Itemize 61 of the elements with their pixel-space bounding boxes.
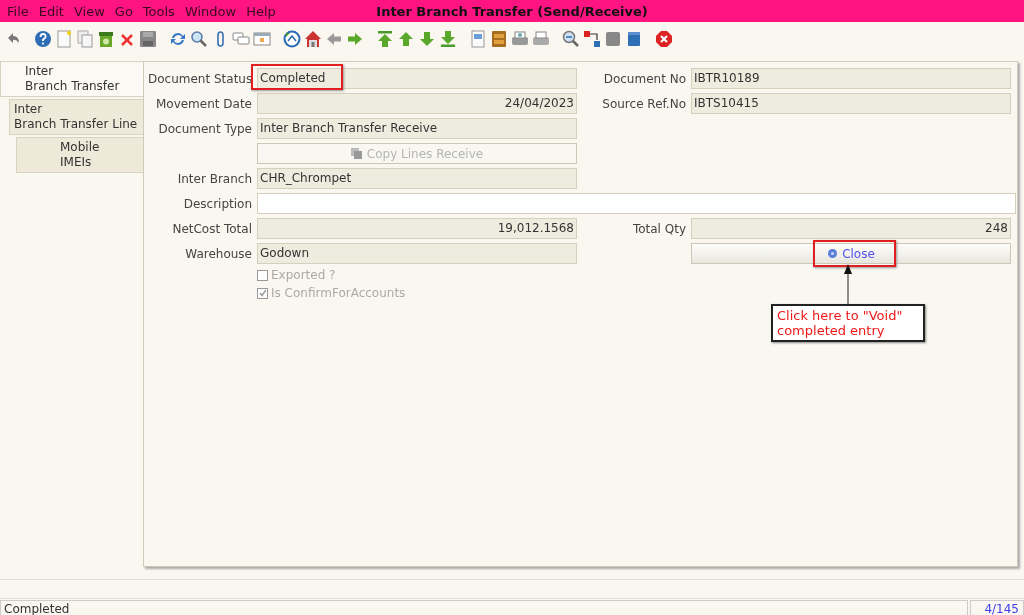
home-icon[interactable]: [304, 30, 322, 48]
report-icon[interactable]: [469, 30, 487, 48]
menu-item[interactable]: Go: [110, 3, 139, 19]
gear-icon: [827, 248, 839, 259]
field-label: Description: [183, 196, 252, 211]
input-field[interactable]: Completed: [257, 68, 577, 89]
archive-icon[interactable]: [490, 30, 508, 48]
input-field[interactable]: CHR_Chrompet: [257, 168, 577, 189]
search-icon[interactable]: [190, 30, 208, 48]
calendar-icon[interactable]: [253, 30, 271, 48]
input-field[interactable]: Inter Branch Transfer Receive: [257, 118, 577, 139]
arrow: [843, 264, 853, 304]
menu-item[interactable]: Edit: [34, 3, 70, 19]
input-field[interactable]: 19,012.1568: [257, 218, 577, 239]
forward-arrow-icon[interactable]: [346, 30, 364, 48]
field-label: Warehouse: [185, 246, 252, 261]
tab[interactable]: Mobile IMEIs: [16, 137, 143, 173]
back-arrow-icon[interactable]: [325, 30, 343, 48]
window-title: Inter Branch Transfer (Send/Receive): [376, 3, 648, 19]
callout-text: Click here to "Void" completed entry: [771, 304, 925, 342]
check-icon: [258, 289, 267, 297]
help-icon[interactable]: [34, 30, 52, 48]
record-counter: 4/145: [970, 600, 1024, 615]
menu-item[interactable]: File: [3, 3, 35, 19]
printer-icon[interactable]: [511, 30, 529, 48]
menu-item[interactable]: Help: [242, 3, 282, 19]
close-icon[interactable]: [655, 30, 673, 48]
menu-item[interactable]: View: [69, 3, 111, 19]
trash-icon[interactable]: [97, 30, 115, 48]
field-label: Document Status: [148, 71, 253, 86]
field-label: Source Ref.No: [602, 96, 686, 111]
field-label: Inter Branch: [177, 171, 252, 186]
input-field[interactable]: 248: [691, 218, 1011, 239]
refresh-icon[interactable]: [169, 30, 187, 48]
field-label: Total Qty: [632, 221, 686, 236]
workflow-icon[interactable]: [583, 30, 601, 48]
copy-icon: [350, 147, 363, 160]
zoom-icon[interactable]: [562, 30, 580, 48]
menu-item[interactable]: Window: [180, 3, 243, 19]
up-arrow-icon[interactable]: [397, 30, 415, 48]
tab[interactable]: Inter Branch Transfer Line: [9, 99, 143, 135]
input-field[interactable]: 24/04/2023: [257, 93, 577, 114]
field-label: NetCost Total: [172, 221, 252, 236]
input-field[interactable]: IBTR10189: [691, 68, 1011, 89]
input-field[interactable]: Godown: [257, 243, 577, 264]
field-label: Document No: [603, 71, 686, 86]
tab[interactable]: Inter Branch Transfer: [0, 61, 143, 97]
close-button[interactable]: Close: [691, 243, 1011, 264]
input-field[interactable]: IBTS10415: [691, 93, 1011, 114]
field-label: Movement Date: [155, 96, 252, 111]
status-message: Completed: [0, 600, 968, 615]
first-record-icon[interactable]: [376, 30, 394, 48]
field-label: Document Type: [158, 121, 252, 136]
down-arrow-icon[interactable]: [418, 30, 436, 48]
menu-item[interactable]: Tools: [138, 3, 181, 19]
last-record-icon[interactable]: [439, 30, 457, 48]
history-icon[interactable]: [283, 30, 301, 48]
printer-icon[interactable]: [532, 30, 550, 48]
save-icon[interactable]: [139, 30, 157, 48]
input-field[interactable]: [257, 193, 1016, 214]
chat-icon[interactable]: [232, 30, 250, 48]
